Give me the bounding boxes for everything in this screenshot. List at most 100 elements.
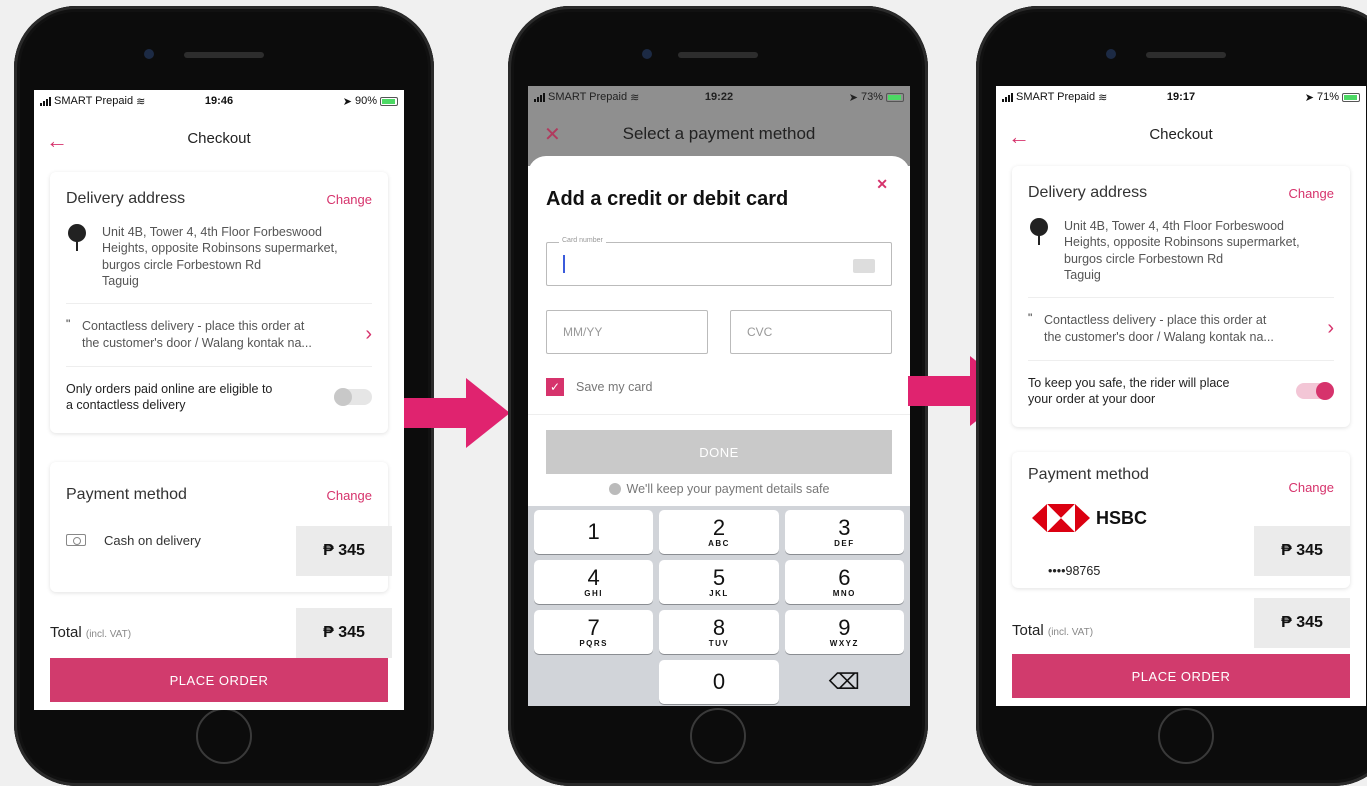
key-6[interactable]: 6 MNO (784, 560, 904, 604)
battery-level: 90% (354, 95, 377, 107)
save-card-row[interactable]: ✓ Save my card (546, 378, 652, 396)
toggle-label: a contactless delivery (66, 398, 186, 412)
battery-icon (380, 96, 398, 106)
card-number-input[interactable]: Card number (546, 237, 892, 286)
delivery-note-row[interactable]: " Contactless delivery - place this orde… (50, 304, 388, 366)
status-bar: SMART Prepaid ≋ 19:22 ➤ 73% (528, 86, 910, 108)
status-bar: SMART Prepaid ≋ 19:17 ➤ 71% (996, 86, 1366, 108)
delivery-note-row[interactable]: " Contactless delivery - place this orde… (1012, 298, 1350, 360)
change-payment-link[interactable]: Change (1288, 480, 1334, 495)
card-icon (853, 259, 875, 273)
close-sheet-icon[interactable]: ✕ (876, 176, 888, 193)
camera (144, 49, 154, 59)
change-payment-link[interactable]: Change (326, 488, 372, 503)
location-pin-icon (66, 224, 88, 254)
location-icon: ➤ (1304, 91, 1314, 104)
page-title: Checkout (187, 129, 251, 147)
wifi-icon: ≋ (1098, 91, 1108, 104)
home-button[interactable] (196, 708, 252, 764)
clock: 19:22 (704, 91, 734, 103)
total-text: Total (1012, 622, 1044, 639)
key-7[interactable]: 7 PQRS (534, 610, 654, 654)
total-text: Total (50, 624, 82, 641)
vat-note: (incl. VAT) (1047, 627, 1094, 638)
contactless-toggle[interactable] (334, 388, 372, 406)
phone-1: SMART Prepaid ≋ 19:46 ➤ 90% ← Checkout Del… (14, 6, 434, 786)
address-line: Unit 4B, Tower 4, 4th Floor Forbeswood (102, 225, 323, 239)
total-price: ₱ 345 (1254, 598, 1350, 648)
phone-3: SMART Prepaid ≋ 19:17 ➤ 71% ← Checkout Del… (976, 6, 1367, 786)
chevron-right-icon: › (1327, 317, 1334, 340)
key-3[interactable]: 3 DEF (784, 510, 904, 554)
add-card-sheet: Add a credit or debit card ✕ Card number… (528, 156, 910, 706)
save-card-label: Save my card (576, 380, 653, 394)
camera (1106, 49, 1116, 59)
dimmed-background: SMART Prepaid ≋ 19:22 ➤ 73% ✕ Select a pay… (528, 86, 910, 166)
back-arrow-icon[interactable]: ← (46, 128, 68, 154)
carrier-name: SMART Prepaid (54, 95, 134, 107)
toggle-label: your order at your door (1028, 392, 1156, 406)
contactless-toggle[interactable] (1296, 382, 1334, 400)
key-1[interactable]: 1 (534, 510, 654, 554)
key-5[interactable]: 5 JKL (659, 560, 779, 604)
home-button[interactable] (1158, 708, 1214, 764)
status-bar: SMART Prepaid ≋ 19:46 ➤ 90% (34, 90, 404, 112)
camera (642, 49, 652, 59)
wifi-icon: ≋ (630, 91, 640, 104)
card-number-mask: ••••98765 (1048, 564, 1101, 578)
delivery-title: Delivery address (66, 190, 186, 207)
signal-icon (40, 96, 51, 106)
screen-checkout-cash: SMART Prepaid ≋ 19:46 ➤ 90% ← Checkout Del… (34, 90, 404, 710)
change-address-link[interactable]: Change (1288, 186, 1334, 201)
key-4[interactable]: 4 GHI (534, 560, 654, 604)
note-line: the customer's door / Walang kontak na..… (1044, 329, 1274, 344)
location-icon: ➤ (342, 95, 352, 108)
bank-brand: HSBC (1032, 504, 1147, 532)
battery-icon (886, 92, 904, 102)
sheet-title: Add a credit or debit card (546, 188, 789, 210)
key-2[interactable]: 2 ABC (659, 510, 779, 554)
divider (528, 414, 910, 415)
address-line: Taguig (1064, 267, 1101, 282)
text-caret (563, 255, 565, 273)
page-title: Checkout (1149, 125, 1213, 143)
save-card-checkbox[interactable]: ✓ (546, 378, 564, 396)
backspace-key-icon[interactable]: ⌫ (785, 660, 904, 704)
address-line: Heights, opposite Robinsons supermarket, (102, 241, 338, 256)
nav-bar: ← Checkout (34, 112, 404, 164)
note-line: the customer's door / Walang kontak na..… (82, 335, 312, 350)
note-line: Contactless delivery - place this order … (82, 319, 305, 333)
location-icon: ➤ (848, 91, 858, 104)
nav-bar: ← Checkout (996, 108, 1366, 160)
bank-name: HSBC (1096, 507, 1148, 528)
delivery-title: Delivery address (1028, 184, 1148, 201)
card-number-legend: Card number (559, 237, 606, 244)
expiry-input[interactable]: MM/YY (546, 310, 708, 354)
phone-2: SMART Prepaid ≋ 19:22 ➤ 73% ✕ Select a pay… (508, 6, 928, 786)
place-order-button[interactable]: PLACE ORDER (1012, 654, 1350, 698)
contactless-toggle-row: To keep you safe, the rider will place y… (1012, 361, 1350, 428)
total-label: Total (incl. VAT) (1012, 622, 1093, 639)
delivery-card: Delivery address Change Unit 4B, Tower 4… (1012, 166, 1350, 428)
cash-icon (66, 534, 86, 546)
key-8[interactable]: 8 TUV (659, 610, 779, 654)
address-line: burgos circle Forbestown Rd (102, 257, 262, 272)
vat-note: (incl. VAT) (85, 629, 132, 640)
background-page-title: Select a payment method (622, 124, 816, 143)
clock: 19:17 (1166, 91, 1196, 103)
speaker (1146, 52, 1226, 58)
key-0[interactable]: 0 (659, 660, 779, 704)
done-button[interactable]: DONE (546, 430, 892, 474)
address-block: Unit 4B, Tower 4, 4th Floor Forbeswood H… (50, 218, 388, 303)
toggle-label: To keep you safe, the rider will place (1028, 375, 1230, 390)
expiry-placeholder: MM/YY (563, 325, 603, 339)
place-order-button[interactable]: PLACE ORDER (50, 658, 388, 702)
payment-price: ₱ 345 (296, 526, 392, 576)
back-arrow-icon[interactable]: ← (1008, 124, 1030, 150)
change-address-link[interactable]: Change (326, 192, 372, 207)
signal-icon (1002, 92, 1013, 102)
home-button[interactable] (690, 708, 746, 764)
cvc-input[interactable]: CVC (730, 310, 892, 354)
shield-icon (608, 483, 621, 495)
key-9[interactable]: 9 WXYZ (784, 610, 904, 654)
